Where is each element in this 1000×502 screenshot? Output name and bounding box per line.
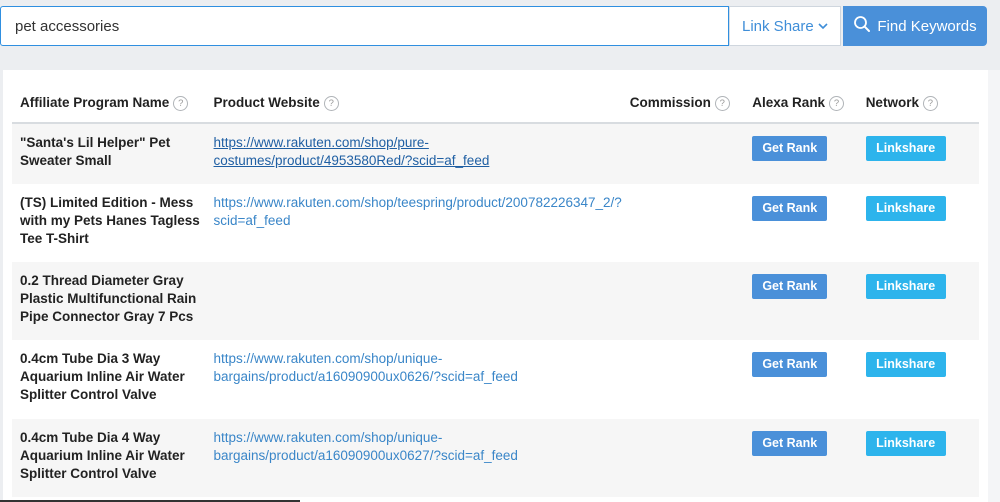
- program-name: 0.4cm Tube Dia 4 Way Aquarium Inline Air…: [12, 419, 206, 497]
- table-header-row: Affiliate Program Name? Product Website?…: [12, 84, 979, 124]
- get-rank-button[interactable]: Get Rank: [752, 274, 828, 299]
- network-button[interactable]: Linkshare: [865, 136, 946, 161]
- find-keywords-button[interactable]: Find Keywords: [843, 6, 987, 46]
- results-table: Affiliate Program Name? Product Website?…: [12, 84, 979, 497]
- help-icon[interactable]: ?: [714, 96, 730, 111]
- program-name: 0.4cm Tube Dia 3 Way Aquarium Inline Air…: [20, 351, 185, 402]
- search-icon: [853, 15, 871, 37]
- find-keywords-label: Find Keywords: [877, 17, 977, 35]
- commission-value: [621, 123, 745, 184]
- network-button[interactable]: Linkshare: [865, 431, 946, 456]
- help-icon[interactable]: ?: [173, 96, 189, 111]
- table-row: 0.4cm Tube Dia 4 Way Aquarium Inline Air…: [12, 419, 979, 497]
- get-rank-button[interactable]: Get Rank: [752, 196, 828, 221]
- column-header-website[interactable]: Product Website?: [205, 84, 622, 124]
- help-icon[interactable]: ?: [922, 96, 938, 111]
- table-row: 0.4cm Tube Dia 3 Way Aquarium Inline Air…: [12, 340, 979, 419]
- column-header-name[interactable]: Affiliate Program Name?: [12, 84, 206, 124]
- product-website-link[interactable]: https://www.rakuten.com/shop/pure-costum…: [214, 135, 490, 168]
- table-row: (TS) Limited Edition - Mess with my Pets…: [12, 184, 979, 262]
- help-icon[interactable]: ?: [829, 96, 845, 111]
- get-rank-button[interactable]: Get Rank: [752, 352, 828, 377]
- search-bar: Link Share Find Keywords: [0, 6, 989, 50]
- results-panel: Affiliate Program Name? Product Website?…: [3, 70, 988, 502]
- commission-value: [622, 184, 744, 262]
- program-name: "Santa's Lil Helper" Pet Sweater Small: [12, 123, 206, 184]
- chevron-down-icon: [818, 22, 828, 30]
- commission-value: [621, 262, 745, 340]
- table-row: "Santa's Lil Helper" Pet Sweater Small h…: [12, 123, 979, 184]
- network-button[interactable]: Linkshare: [865, 196, 946, 221]
- network-button[interactable]: Linkshare: [865, 352, 946, 377]
- network-select[interactable]: Link Share: [729, 6, 841, 46]
- get-rank-button[interactable]: Get Rank: [752, 431, 828, 456]
- scroll-gutter: [988, 70, 1000, 502]
- program-name: 0.2 Thread Diameter Gray Plastic Multifu…: [12, 262, 206, 340]
- help-icon[interactable]: ?: [323, 96, 339, 111]
- commission-value: [621, 419, 745, 497]
- column-header-commission[interactable]: Commission?: [621, 84, 745, 124]
- search-input[interactable]: [0, 6, 729, 46]
- product-website-link[interactable]: https://www.rakuten.com/shop/unique-barg…: [214, 430, 518, 463]
- network-button[interactable]: Linkshare: [865, 274, 946, 299]
- product-website-link[interactable]: https://www.rakuten.com/shop/teespring/p…: [214, 195, 622, 228]
- product-website-link[interactable]: https://www.rakuten.com/shop/unique-barg…: [214, 351, 518, 384]
- column-header-network[interactable]: Network?: [857, 84, 979, 124]
- program-name: (TS) Limited Edition - Mess with my Pets…: [20, 195, 200, 246]
- column-header-alexa-rank[interactable]: Alexa Rank?: [744, 84, 858, 124]
- table-row: 0.2 Thread Diameter Gray Plastic Multifu…: [12, 262, 979, 340]
- get-rank-button[interactable]: Get Rank: [752, 136, 828, 161]
- network-select-value: Link Share: [742, 17, 814, 35]
- commission-value: [622, 340, 744, 419]
